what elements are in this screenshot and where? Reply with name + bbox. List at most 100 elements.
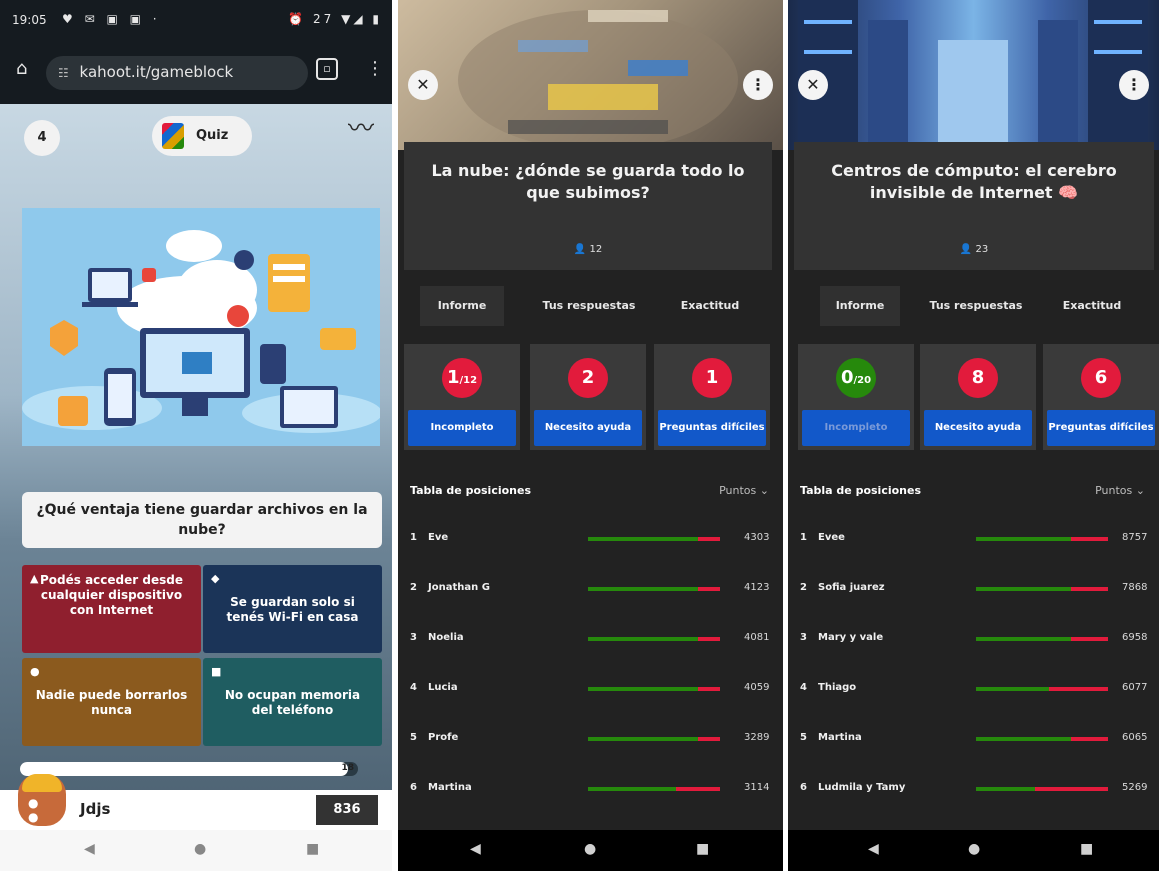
close-icon[interactable]: ✕ [408, 70, 438, 100]
table-row[interactable]: 1 Eve 4303 [398, 528, 783, 552]
player-score: 836 [316, 795, 378, 825]
accuracy-bar [588, 537, 720, 541]
tab-switcher-icon[interactable]: ▫ [316, 58, 338, 80]
table-row[interactable]: 1 Evee 8757 [788, 528, 1159, 552]
more-options-icon[interactable]: ⋮ [743, 70, 773, 100]
stat-card-incompleto[interactable]: 0/20 Incompleto [798, 344, 914, 450]
helmet-icon [22, 774, 62, 792]
timer-bar: 18 [20, 762, 358, 776]
stat-card-preguntas-dificiles[interactable]: 6 Preguntas difíciles [1043, 344, 1159, 450]
person-icon: 👤 [573, 244, 590, 255]
notification-icons: ♥ ✉ ▣ ▣ · [62, 12, 161, 26]
stat-value: 8 [971, 367, 985, 388]
accuracy-correct-fill [588, 687, 698, 691]
word-cloud-illustration [458, 10, 738, 150]
tab-informe[interactable]: Informe [820, 286, 900, 326]
tab-tus-respuestas[interactable]: Tus respuestas [916, 286, 1036, 326]
table-row[interactable]: 4 Lucia 4059 [398, 678, 783, 702]
close-icon[interactable]: ✕ [798, 70, 828, 100]
accuracy-correct-fill [588, 787, 677, 791]
report-tabs: Informe Tus respuestas Exactitud [398, 286, 783, 326]
answer-blue-diamond[interactable]: ◆ Se guardan solo si tenés Wi-Fi en casa [203, 565, 382, 653]
accuracy-bar [976, 737, 1108, 741]
accuracy-correct-fill [588, 737, 698, 741]
table-row[interactable]: 6 Ludmila y Tamy 5269 [788, 778, 1159, 802]
sort-dropdown[interactable]: Puntos ⌄ [1095, 484, 1145, 497]
home-icon[interactable]: ⌂ [16, 58, 27, 79]
table-row[interactable]: 6 Martina 3114 [398, 778, 783, 802]
points: 6065 [1122, 732, 1148, 743]
kahoot-title: La nube: ¿dónde se guarda todo lo que su… [431, 161, 745, 202]
points: 3289 [744, 732, 770, 743]
kahoot-shapes-icon [162, 123, 184, 149]
stat-card-preguntas-dificiles[interactable]: 1 Preguntas difíciles [654, 344, 770, 450]
diamond-icon: ◆ [211, 572, 220, 585]
table-row[interactable]: 3 Noelia 4081 [398, 628, 783, 652]
question-counter: 4 [24, 120, 60, 156]
accuracy-bar [588, 687, 720, 691]
answer-text: Se guardan solo si tenés Wi-Fi en casa [226, 595, 359, 624]
tab-exactitud[interactable]: Exactitud [1050, 286, 1134, 326]
address-text: kahoot.it/gameblock [79, 63, 234, 81]
recents-icon[interactable]: ■ [306, 841, 319, 857]
player-name: Martina [428, 782, 472, 793]
kebab-menu-icon[interactable]: ⋮ [366, 58, 384, 79]
server-room-illustration [798, 0, 1148, 150]
accuracy-bar [976, 587, 1108, 591]
tab-exactitud[interactable]: Exactitud [668, 286, 752, 326]
player-name: Thiago [818, 682, 857, 693]
stat-card-incompleto[interactable]: 1/12 Incompleto [404, 344, 520, 450]
table-row[interactable]: 4 Thiago 6077 [788, 678, 1159, 702]
back-icon[interactable]: ◀ [868, 841, 879, 857]
table-row[interactable]: 5 Martina 6065 [788, 728, 1159, 752]
table-row[interactable]: 3 Mary y vale 6958 [788, 628, 1159, 652]
sort-label: Puntos [719, 484, 757, 497]
recents-icon[interactable]: ■ [696, 841, 709, 857]
rank: 2 [800, 582, 807, 593]
sort-dropdown[interactable]: Puntos ⌄ [719, 484, 769, 497]
circle-icon: ● [30, 665, 40, 678]
rank: 4 [800, 682, 807, 693]
stat-card-necesito-ayuda[interactable]: 8 Necesito ayuda [920, 344, 1036, 450]
player-count: 👤 23 [794, 244, 1154, 255]
answer-red-triangle[interactable]: ▲ Podés acceder desde cualquier disposit… [22, 565, 201, 653]
rank: 6 [800, 782, 807, 793]
stat-label: Necesito ayuda [924, 410, 1032, 446]
back-icon[interactable]: ◀ [84, 841, 95, 857]
tab-informe[interactable]: Informe [420, 286, 504, 326]
timer-fill [20, 762, 348, 776]
accuracy-correct-fill [976, 637, 1072, 641]
answer-yellow-circle[interactable]: ● Nadie puede borrarlos nunca [22, 658, 201, 746]
site-settings-icon[interactable]: ☷ [58, 66, 69, 80]
table-row[interactable]: 5 Profe 3289 [398, 728, 783, 752]
accuracy-bar [976, 637, 1108, 641]
stat-label: Incompleto [802, 410, 910, 446]
accuracy-bar [976, 537, 1108, 541]
address-bar[interactable]: ☷ kahoot.it/gameblock [46, 56, 308, 90]
points: 7868 [1122, 582, 1148, 593]
tab-tus-respuestas[interactable]: Tus respuestas [526, 286, 652, 326]
stat-suffix: /20 [853, 375, 872, 386]
points: 4059 [744, 682, 770, 693]
stat-circle: 0/20 [836, 358, 876, 398]
player-name: Profe [428, 732, 459, 743]
player-name: Noelia [428, 632, 464, 643]
player-name: Sofia juarez [818, 582, 885, 593]
stat-label: Preguntas difíciles [658, 410, 766, 446]
home-button-icon[interactable]: ● [584, 841, 596, 857]
home-button-icon[interactable]: ● [968, 841, 980, 857]
table-row[interactable]: 2 Jonathan G 4123 [398, 578, 783, 602]
person-icon: 👤 [959, 244, 976, 255]
chevron-down-icon: ⌄ [759, 484, 769, 497]
more-options-icon[interactable]: ⋮ [1119, 70, 1149, 100]
square-icon: ■ [211, 665, 222, 678]
stat-card-necesito-ayuda[interactable]: 2 Necesito ayuda [530, 344, 646, 450]
home-button-icon[interactable]: ● [194, 841, 206, 857]
answer-green-square[interactable]: ■ No ocupan memoria del teléfono [203, 658, 382, 746]
points: 4303 [744, 532, 770, 543]
recents-icon[interactable]: ■ [1080, 841, 1093, 857]
rank: 3 [800, 632, 807, 643]
back-icon[interactable]: ◀ [470, 841, 481, 857]
accuracy-bar [588, 637, 720, 641]
table-row[interactable]: 2 Sofia juarez 7868 [788, 578, 1159, 602]
